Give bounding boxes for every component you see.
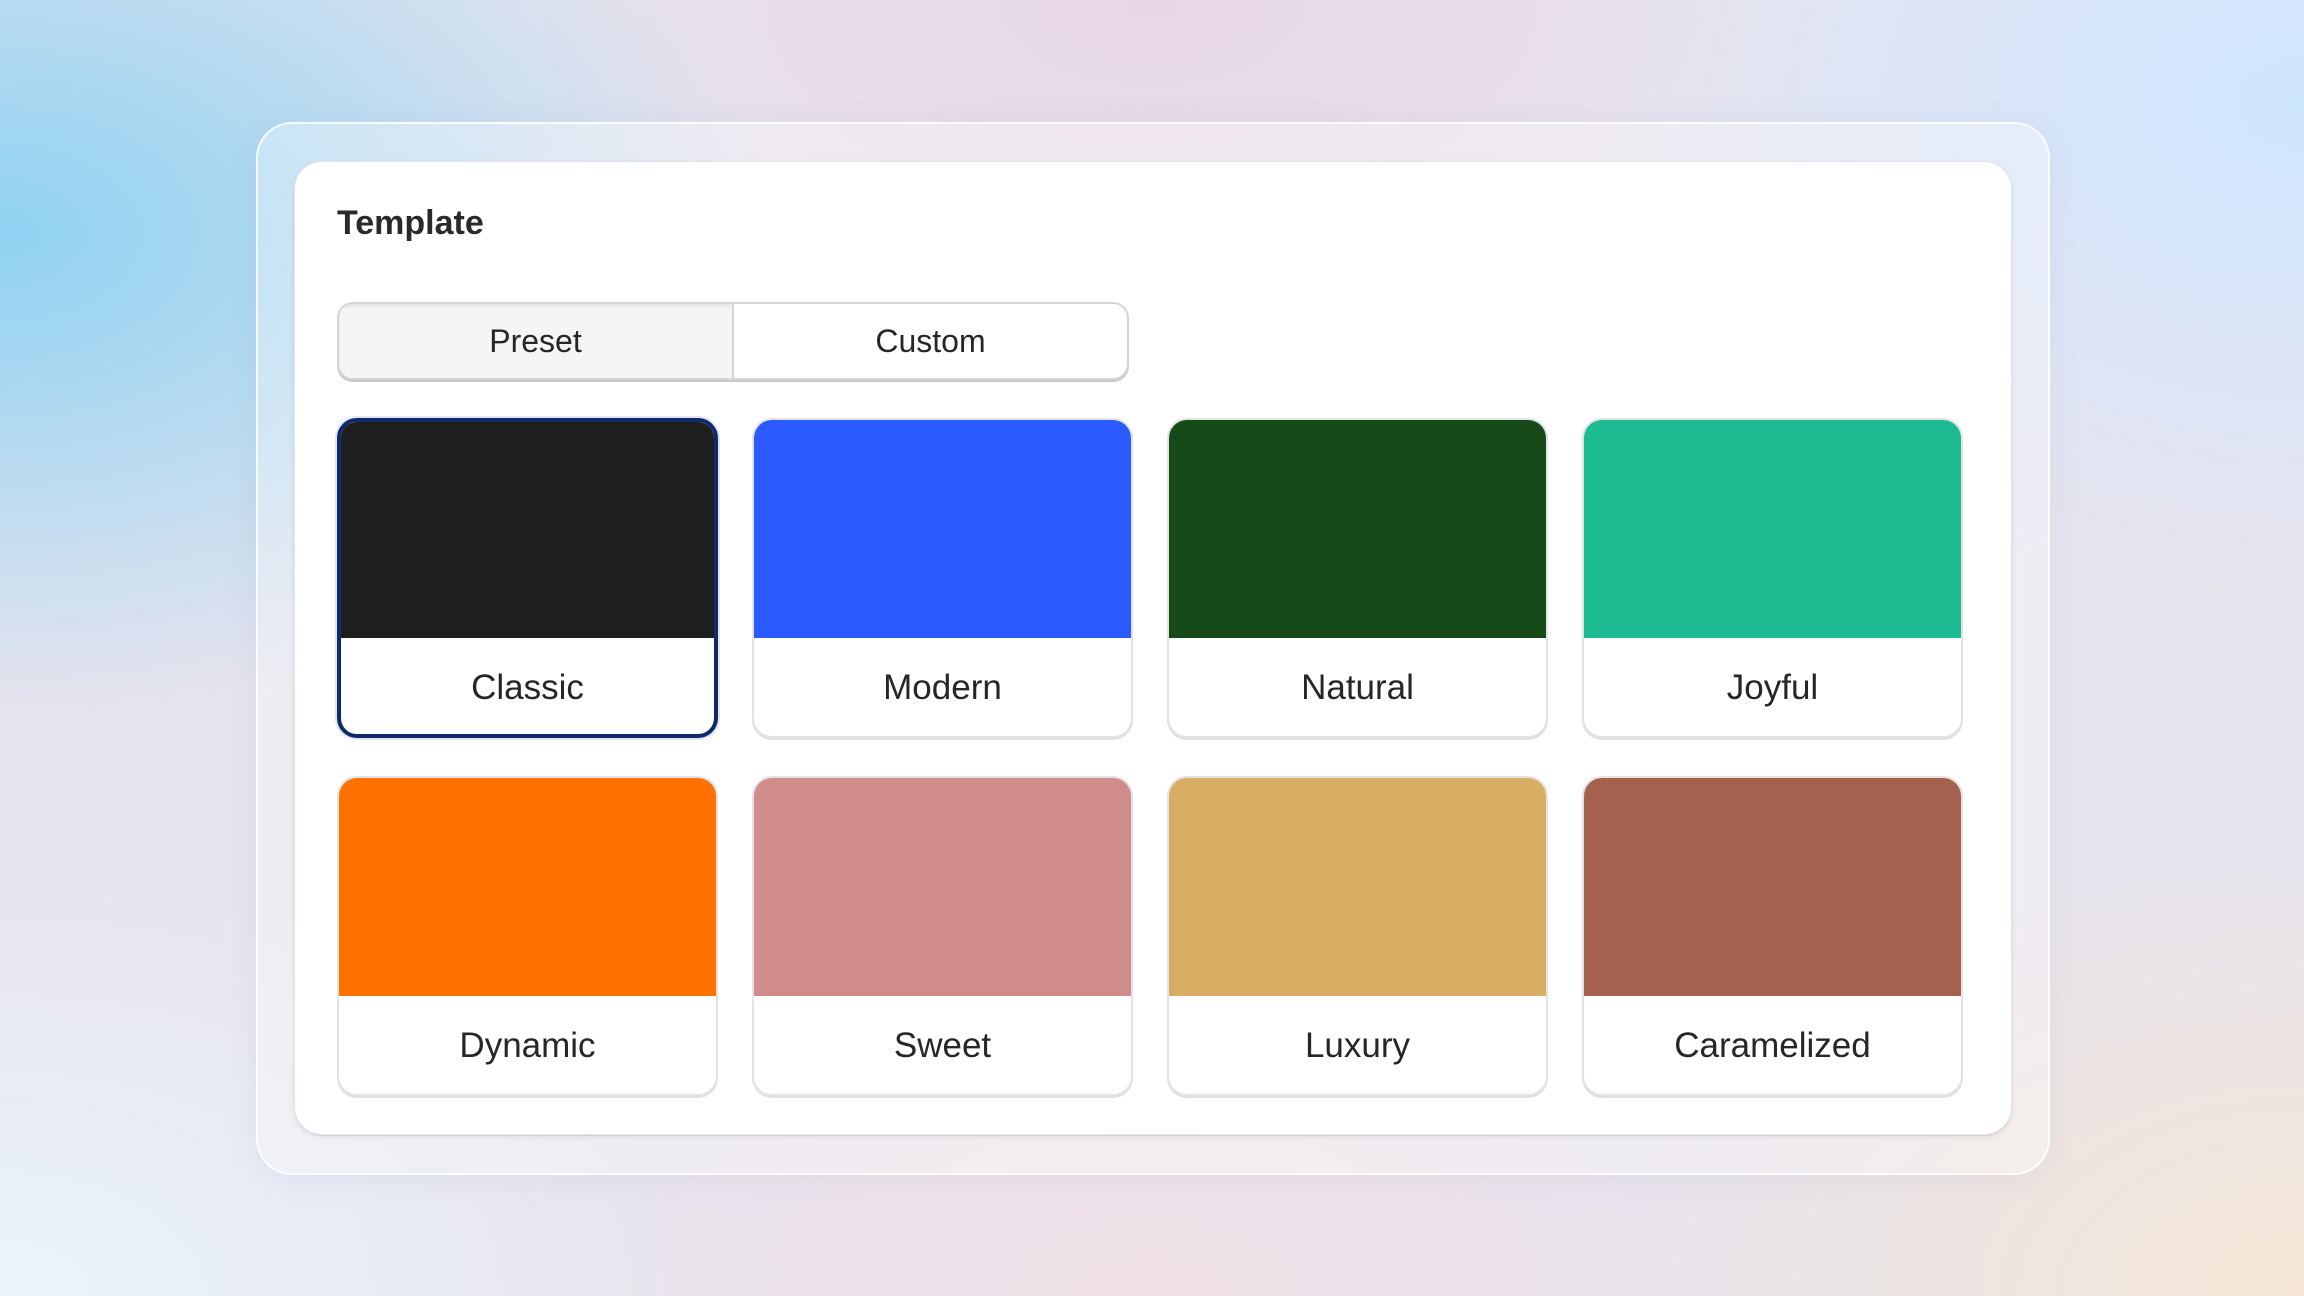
template-label: Joyful	[1726, 668, 1819, 707]
color-swatch	[754, 778, 1131, 996]
template-label: Classic	[471, 668, 584, 707]
color-swatch	[1584, 778, 1961, 996]
color-swatch	[1169, 420, 1546, 638]
template-mode-switch: Preset Custom	[337, 302, 1129, 380]
template-card-caramelized[interactable]: Caramelized	[1582, 776, 1963, 1096]
template-label: Sweet	[893, 1026, 992, 1065]
color-swatch	[339, 778, 716, 996]
tab-custom[interactable]: Custom	[734, 304, 1127, 378]
color-swatch	[754, 420, 1131, 638]
template-card-joyful[interactable]: Joyful	[1582, 418, 1963, 738]
color-swatch	[1169, 778, 1546, 996]
template-label: Modern	[883, 668, 1002, 707]
template-card-modern[interactable]: Modern	[752, 418, 1133, 738]
color-swatch	[341, 422, 714, 638]
template-panel: Template Preset Custom Classic Modern Na…	[294, 161, 2012, 1135]
template-label: Natural	[1301, 668, 1414, 707]
template-grid: Classic Modern Natural Joyful Dynamic Sw…	[337, 418, 1971, 1096]
template-card-natural[interactable]: Natural	[1167, 418, 1548, 738]
template-label: Luxury	[1304, 1026, 1411, 1065]
tab-preset[interactable]: Preset	[339, 304, 734, 378]
template-card-dynamic[interactable]: Dynamic	[337, 776, 718, 1096]
template-card-classic[interactable]: Classic	[337, 418, 718, 738]
panel-title: Template	[337, 204, 484, 242]
template-label: Dynamic	[459, 1026, 596, 1065]
template-card-luxury[interactable]: Luxury	[1167, 776, 1548, 1096]
template-card-sweet[interactable]: Sweet	[752, 776, 1133, 1096]
color-swatch	[1584, 420, 1961, 638]
template-label: Caramelized	[1674, 1026, 1871, 1065]
